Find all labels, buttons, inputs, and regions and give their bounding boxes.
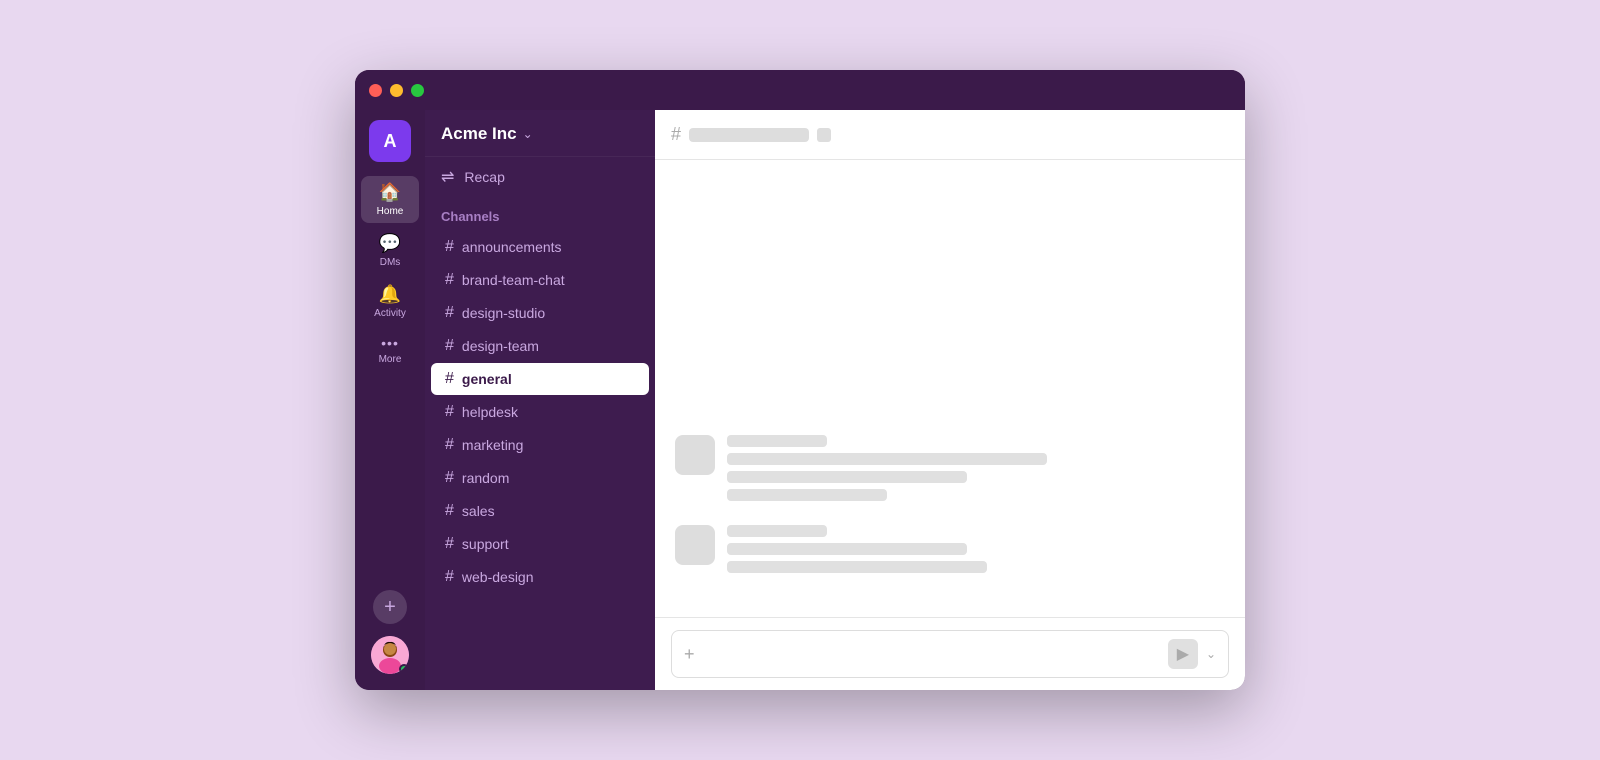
send-dropdown-icon[interactable]: ⌄ (1206, 647, 1216, 661)
nav-label-dms: DMs (380, 257, 401, 268)
add-button[interactable]: + (373, 590, 407, 624)
channel-name: sales (462, 503, 495, 519)
channel-list: # announcements # brand-team-chat # desi… (425, 230, 655, 690)
skeleton-text-1a (727, 453, 1047, 465)
channel-item-marketing[interactable]: # marketing (431, 429, 649, 461)
header-dropdown-skeleton (817, 128, 831, 142)
hash-icon: # (445, 271, 454, 289)
more-icon: ••• (381, 335, 399, 351)
nav-item-home[interactable]: 🏠 Home (361, 176, 419, 223)
recap-label: Recap (464, 169, 504, 185)
app-window: A 🏠 Home 💬 DMs 🔔 Activity ••• More + (355, 70, 1245, 690)
channel-item-brand-team-chat[interactable]: # brand-team-chat (431, 264, 649, 296)
message-avatar-2 (675, 525, 715, 565)
hash-icon: # (445, 535, 454, 553)
channel-sidebar: Acme Inc ⌄ ⇌ Recap Channels # announceme… (425, 110, 655, 690)
main-content: # (655, 110, 1245, 690)
channel-name: brand-team-chat (462, 272, 565, 288)
status-dot (399, 664, 409, 674)
hash-icon: # (445, 337, 454, 355)
channels-heading: Channels (425, 197, 655, 230)
nav-item-dms[interactable]: 💬 DMs (361, 227, 419, 274)
activity-icon: 🔔 (379, 284, 401, 305)
channel-item-web-design[interactable]: # web-design (431, 561, 649, 593)
channel-item-random[interactable]: # random (431, 462, 649, 494)
channel-name: helpdesk (462, 404, 518, 420)
nav-label-home: Home (377, 206, 404, 217)
hash-icon: # (445, 370, 454, 388)
hash-icon: # (445, 469, 454, 487)
channel-name: random (462, 470, 509, 486)
hash-icon: # (445, 238, 454, 256)
send-icon: ▶ (1177, 644, 1189, 664)
header-channel-name-skeleton (689, 128, 809, 142)
channel-name: design-team (462, 338, 539, 354)
app-body: A 🏠 Home 💬 DMs 🔔 Activity ••• More + (355, 110, 1245, 690)
nav-label-more: More (379, 354, 402, 365)
channel-name: general (462, 371, 512, 387)
hash-icon: # (445, 502, 454, 520)
skeleton-text-1c (727, 489, 887, 501)
hash-icon: # (445, 436, 454, 454)
skeleton-name-1 (727, 435, 827, 447)
skeleton-name-2 (727, 525, 827, 537)
channel-name: announcements (462, 239, 562, 255)
channel-item-sales[interactable]: # sales (431, 495, 649, 527)
workspace-header[interactable]: Acme Inc ⌄ (425, 110, 655, 157)
channel-item-announcements[interactable]: # announcements (431, 231, 649, 263)
message-group-1 (675, 435, 1225, 507)
messages-area (655, 160, 1245, 617)
minimize-button[interactable] (390, 84, 403, 97)
channel-name: design-studio (462, 305, 545, 321)
hash-icon: # (445, 304, 454, 322)
recap-icon: ⇌ (441, 167, 454, 187)
skeleton-text-2a (727, 543, 967, 555)
message-group-2 (675, 525, 1225, 579)
nav-label-activity: Activity (374, 308, 406, 319)
message-content-1 (727, 435, 1225, 507)
channel-item-design-studio[interactable]: # design-studio (431, 297, 649, 329)
plus-icon[interactable]: + (684, 644, 695, 665)
channel-name: support (462, 536, 509, 552)
skeleton-text-1b (727, 471, 967, 483)
channel-item-helpdesk[interactable]: # helpdesk (431, 396, 649, 428)
home-icon: 🏠 (379, 182, 401, 203)
message-input-box[interactable]: + ▶ ⌄ (671, 630, 1229, 678)
main-header: # (655, 110, 1245, 160)
workspace-name: Acme Inc (441, 124, 517, 144)
message-content-2 (727, 525, 1225, 579)
recap-item[interactable]: ⇌ Recap (425, 157, 655, 197)
message-avatar-1 (675, 435, 715, 475)
workspace-dropdown-icon[interactable]: ⌄ (523, 127, 533, 141)
channel-hash-icon: # (671, 124, 681, 145)
input-area: + ▶ ⌄ (655, 617, 1245, 690)
maximize-button[interactable] (411, 84, 424, 97)
hash-icon: # (445, 403, 454, 421)
channel-name: web-design (462, 569, 534, 585)
icon-sidebar: A 🏠 Home 💬 DMs 🔔 Activity ••• More + (355, 110, 425, 690)
dms-icon: 💬 (379, 233, 401, 254)
channel-item-support[interactable]: # support (431, 528, 649, 560)
hash-icon: # (445, 568, 454, 586)
close-button[interactable] (369, 84, 382, 97)
channel-item-general[interactable]: # general (431, 363, 649, 395)
title-bar (355, 70, 1245, 110)
skeleton-text-2b (727, 561, 987, 573)
user-avatar[interactable] (371, 636, 409, 674)
workspace-avatar[interactable]: A (369, 120, 411, 162)
channel-item-design-team[interactable]: # design-team (431, 330, 649, 362)
nav-item-activity[interactable]: 🔔 Activity (361, 278, 419, 325)
channel-name: marketing (462, 437, 523, 453)
send-button[interactable]: ▶ (1168, 639, 1198, 669)
nav-item-more[interactable]: ••• More (361, 329, 419, 371)
